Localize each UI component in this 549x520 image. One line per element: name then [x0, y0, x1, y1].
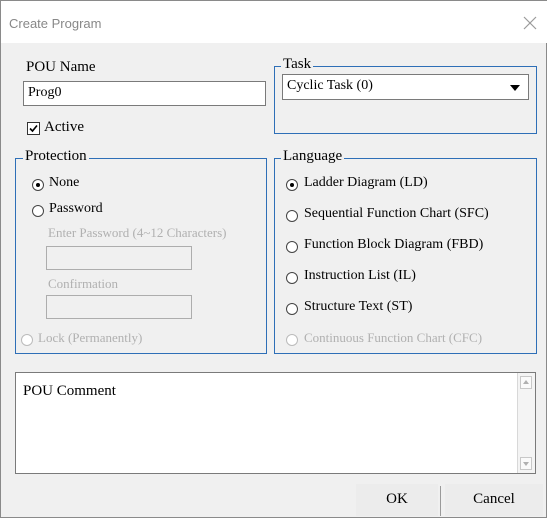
pou-name-input[interactable]: Prog0	[23, 81, 266, 106]
protection-legend: Protection	[23, 148, 89, 165]
language-st-radio[interactable]	[286, 303, 298, 315]
create-program-dialog: Create Program POU Name Prog0 Active Tas…	[0, 0, 548, 518]
close-icon[interactable]	[518, 11, 542, 35]
language-sfc-radio[interactable]	[286, 210, 298, 222]
ok-button[interactable]: OK	[356, 484, 438, 516]
pou-comment-label: POU Comment	[23, 383, 116, 399]
checkmark-icon	[29, 124, 38, 133]
language-il-radio[interactable]	[286, 272, 298, 284]
protection-lock-radio[interactable]	[21, 334, 33, 346]
active-checkbox[interactable]	[27, 122, 40, 135]
language-fbd-radio[interactable]	[286, 241, 298, 253]
language-ld-radio[interactable]	[286, 179, 298, 191]
scroll-up-button[interactable]	[520, 376, 532, 389]
protection-none-radio[interactable]	[32, 179, 44, 191]
title-bar: Create Program	[1, 1, 548, 43]
language-fbd-label: Function Block Diagram (FBD)	[304, 237, 484, 252]
protection-password-label: Password	[49, 201, 103, 216]
pou-name-label: POU Name	[26, 59, 96, 75]
active-label: Active	[44, 119, 84, 135]
protection-none-label: None	[49, 175, 80, 190]
confirmation-label: Confirmation	[48, 276, 119, 291]
comment-scrollbar[interactable]	[517, 373, 535, 473]
task-select-value: Cyclic Task (0)	[287, 78, 373, 93]
protection-lock-label: Lock (Permanently)	[38, 330, 143, 345]
language-st-label: Structure Text (ST)	[304, 299, 413, 314]
task-legend: Task	[281, 56, 314, 73]
language-sfc-label: Sequential Function Chart (SFC)	[304, 206, 489, 221]
confirmation-input[interactable]	[46, 295, 192, 319]
scroll-down-icon	[523, 462, 529, 466]
language-cfc-label: Continuous Function Chart (CFC)	[304, 330, 483, 345]
language-legend: Language	[281, 148, 345, 165]
language-il-label: Instruction List (IL)	[304, 268, 416, 283]
button-separator	[440, 486, 441, 516]
scroll-down-button[interactable]	[520, 457, 532, 470]
cancel-button[interactable]: Cancel	[445, 484, 543, 516]
scroll-up-icon	[523, 380, 529, 384]
task-select[interactable]: Cyclic Task (0)	[282, 74, 529, 100]
dropdown-arrow-icon[interactable]	[510, 85, 520, 91]
language-ld-label: Ladder Diagram (LD)	[304, 175, 428, 190]
pou-comment-area[interactable]: POU Comment	[15, 372, 536, 474]
password-input[interactable]	[46, 246, 192, 270]
protection-password-radio[interactable]	[32, 205, 44, 217]
language-cfc-radio[interactable]	[286, 334, 298, 346]
window-title: Create Program	[9, 16, 102, 31]
enter-password-label: Enter Password (4~12 Characters)	[48, 225, 227, 240]
